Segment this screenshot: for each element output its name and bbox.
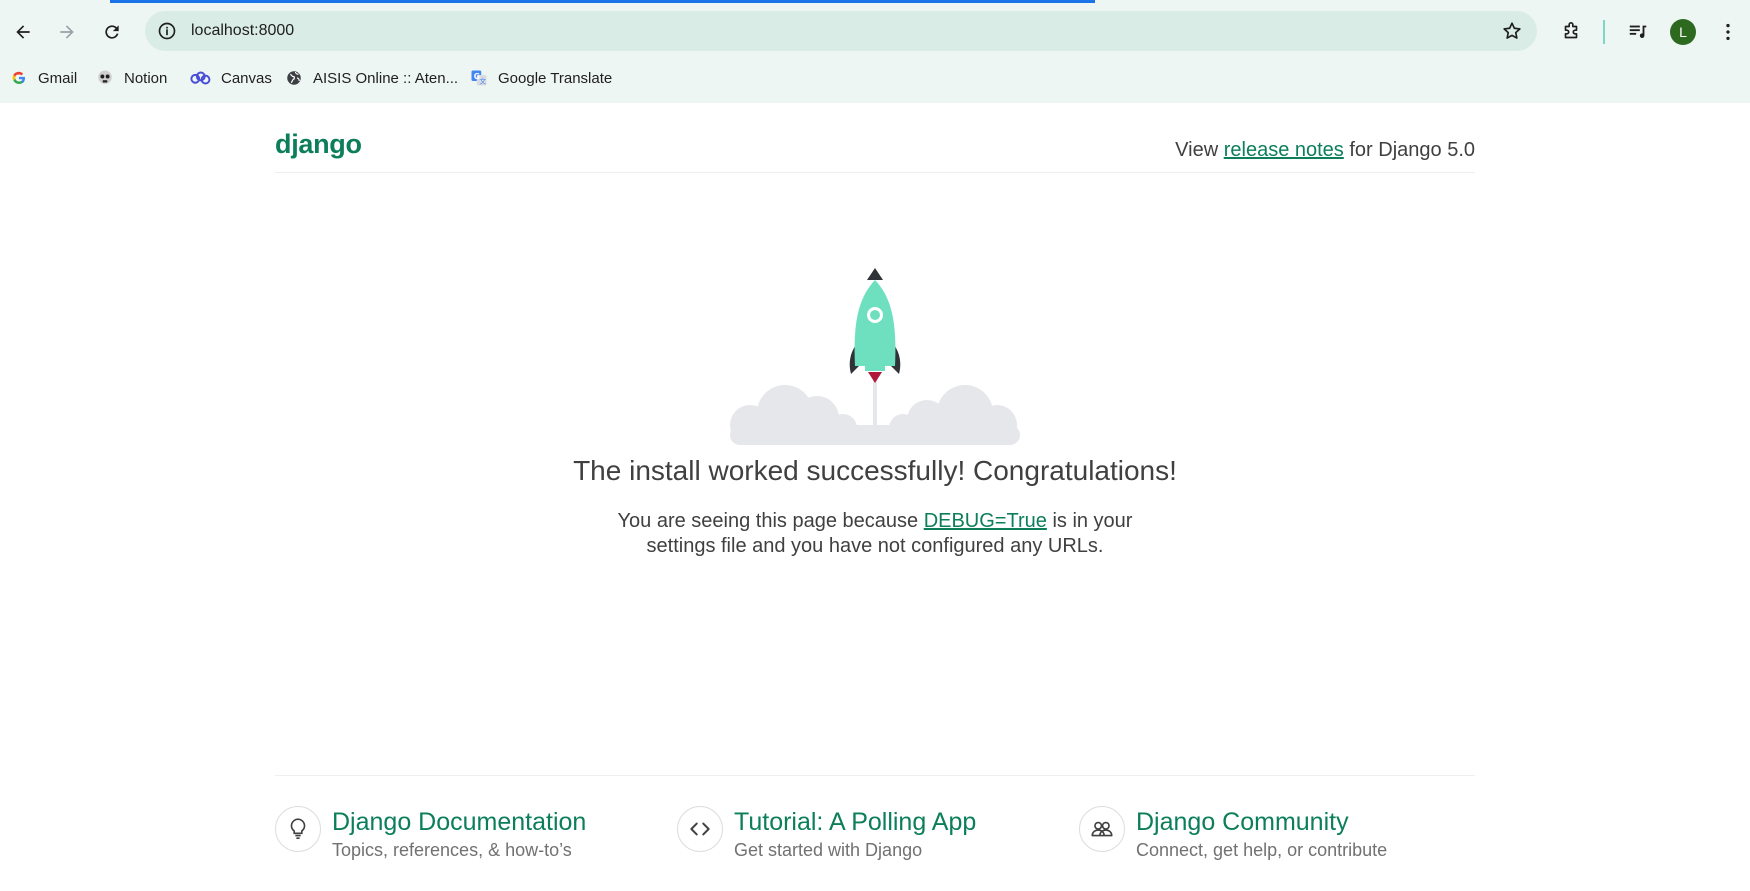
media-controls-button[interactable]: [1623, 17, 1653, 47]
extensions-button[interactable]: [1556, 17, 1586, 47]
puzzle-icon: [1564, 22, 1578, 39]
release-suffix: for Django 5.0: [1349, 139, 1475, 161]
notion-icon: [96, 69, 114, 87]
globe-icon: [285, 69, 303, 87]
forward-button[interactable]: [52, 17, 82, 47]
release-prefix: View: [1175, 139, 1219, 161]
bookmark-label: Notion: [124, 69, 168, 87]
debug-explanation: You are seeing this page because DEBUG=T…: [600, 509, 1150, 559]
bookmark-label: Canvas: [221, 69, 272, 87]
address-bar[interactable]: localhost:8000: [145, 11, 1537, 51]
code-icon: [677, 806, 723, 852]
arrow-left-icon: [16, 25, 30, 39]
exhaust-trail: [873, 380, 877, 443]
reload-button[interactable]: [97, 17, 127, 47]
bookmark-star-icon[interactable]: [1501, 20, 1523, 42]
site-info-icon[interactable]: [157, 21, 177, 41]
bookmark-gmail[interactable]: Gmail: [10, 66, 77, 90]
arrow-right-icon: [60, 25, 74, 39]
debug-true-link[interactable]: DEBUG=True: [924, 510, 1047, 532]
tutorial-card-subtitle: Get started with Django: [734, 840, 923, 860]
rocket-tip: [867, 268, 883, 280]
playlist-music-icon: [1629, 25, 1647, 38]
bookmark-aisis[interactable]: AISIS Online :: Aten...: [285, 66, 458, 90]
svg-text:文: 文: [479, 77, 486, 86]
profile-avatar[interactable]: L: [1670, 19, 1696, 45]
tutorial-card-title[interactable]: Tutorial: A Polling App: [734, 808, 976, 837]
google-translate-icon: G文: [470, 69, 488, 87]
docs-card[interactable]: Django Documentation Topics, references,…: [275, 806, 635, 866]
browser-menu-button[interactable]: [1713, 17, 1743, 47]
docs-card-subtitle: Topics, references, & how-to’s: [332, 840, 572, 860]
tutorial-card[interactable]: Tutorial: A Polling App Get started with…: [677, 806, 1037, 866]
reload-icon: [105, 25, 119, 39]
people-icon: [1079, 806, 1125, 852]
url-text[interactable]: localhost:8000: [191, 22, 294, 40]
toolbar-divider: [1603, 20, 1605, 44]
bookmarks-bar: Gmail Notion Canvas AISIS Online :: Aten…: [0, 62, 1750, 94]
community-card-subtitle: Connect, get help, or contribute: [1136, 840, 1388, 860]
more-vertical-icon: [1726, 23, 1730, 41]
canvas-icon: [189, 69, 211, 87]
resource-links: Django Documentation Topics, references,…: [275, 775, 1475, 886]
community-card-title[interactable]: Django Community: [1136, 808, 1349, 837]
subtitle-prefix: You are seeing this page because: [617, 510, 919, 532]
back-button[interactable]: [8, 17, 38, 47]
rocket-illustration: [730, 268, 1020, 445]
browser-toolbar: localhost:8000 L: [0, 3, 1750, 60]
browser-chrome: localhost:8000 L Gmail Notion Canvas AIS…: [0, 0, 1750, 103]
lightbulb-icon: [275, 806, 321, 852]
community-card[interactable]: Django Community Connect, get help, or c…: [1079, 806, 1475, 866]
bookmark-label: Google Translate: [498, 69, 613, 87]
bookmark-canvas[interactable]: Canvas: [189, 66, 272, 90]
success-heading: The install worked successfully! Congrat…: [573, 455, 1177, 486]
bookmark-google-translate[interactable]: G文 Google Translate: [470, 66, 612, 90]
google-icon: [10, 69, 28, 87]
bookmark-label: Gmail: [38, 69, 78, 87]
docs-card-title[interactable]: Django Documentation: [332, 808, 586, 837]
release-notes-text: View release notes for Django 5.0: [1175, 139, 1475, 162]
bookmark-label: AISIS Online :: Aten...: [313, 69, 459, 87]
bookmark-notion[interactable]: Notion: [96, 66, 167, 90]
release-notes-link[interactable]: release notes: [1224, 139, 1344, 161]
rocket-flame: [868, 372, 882, 383]
django-logo[interactable]: django: [275, 129, 362, 160]
django-welcome-page: django View release notes for Django 5.0…: [0, 103, 1750, 891]
page-header: django View release notes for Django 5.0: [275, 103, 1475, 173]
